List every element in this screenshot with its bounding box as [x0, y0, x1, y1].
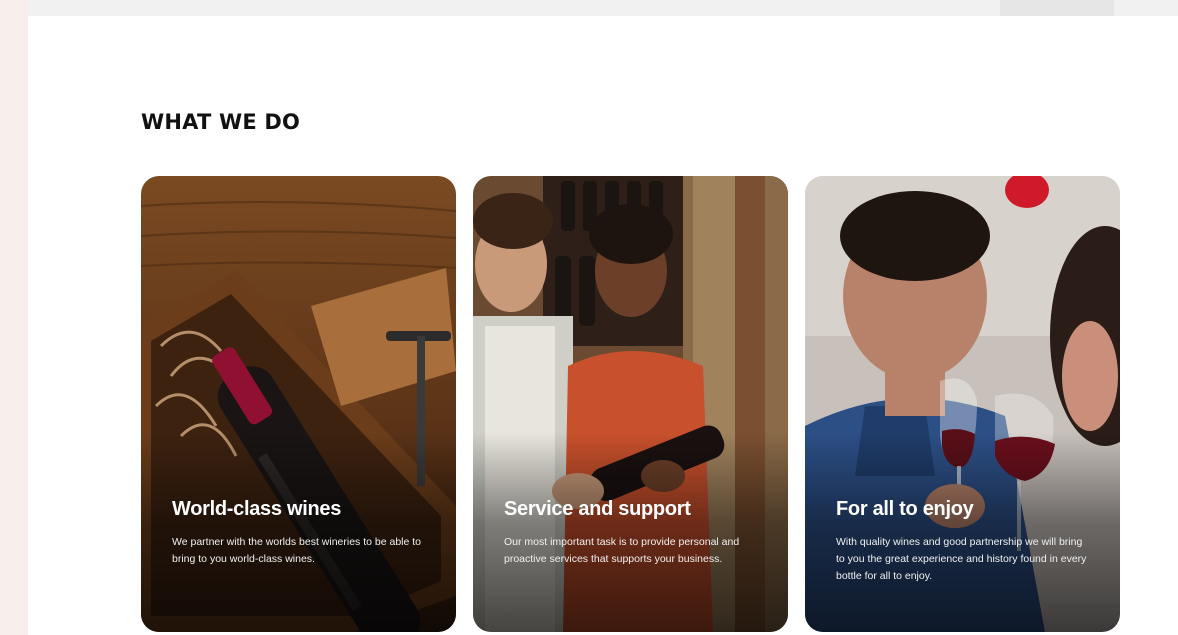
card-world-class-wines[interactable]: World-class wines We partner with the wo… [141, 176, 456, 632]
left-edge-strip [0, 0, 28, 635]
card-title: For all to enjoy [836, 498, 974, 520]
section-title: WHAT WE DO [141, 110, 301, 134]
card-description: Our most important task is to provide pe… [504, 536, 740, 565]
card-for-all-to-enjoy[interactable]: For all to enjoy With quality wines and … [805, 176, 1120, 632]
card-title: World-class wines [172, 498, 342, 520]
page: WHAT WE DO World-class wines We partner … [0, 0, 1178, 635]
card-shade [473, 432, 788, 632]
card-title: Service and support [504, 498, 691, 520]
card-description: We partner with the worlds best wineries… [172, 536, 422, 565]
card-shade [805, 432, 1120, 632]
card-service-and-support[interactable]: Service and support Our most important t… [473, 176, 788, 632]
top-bar-segment [1000, 0, 1114, 16]
card-shade [141, 432, 456, 632]
top-bar [28, 0, 1178, 16]
card-description: With quality wines and good partnership … [836, 536, 1087, 582]
